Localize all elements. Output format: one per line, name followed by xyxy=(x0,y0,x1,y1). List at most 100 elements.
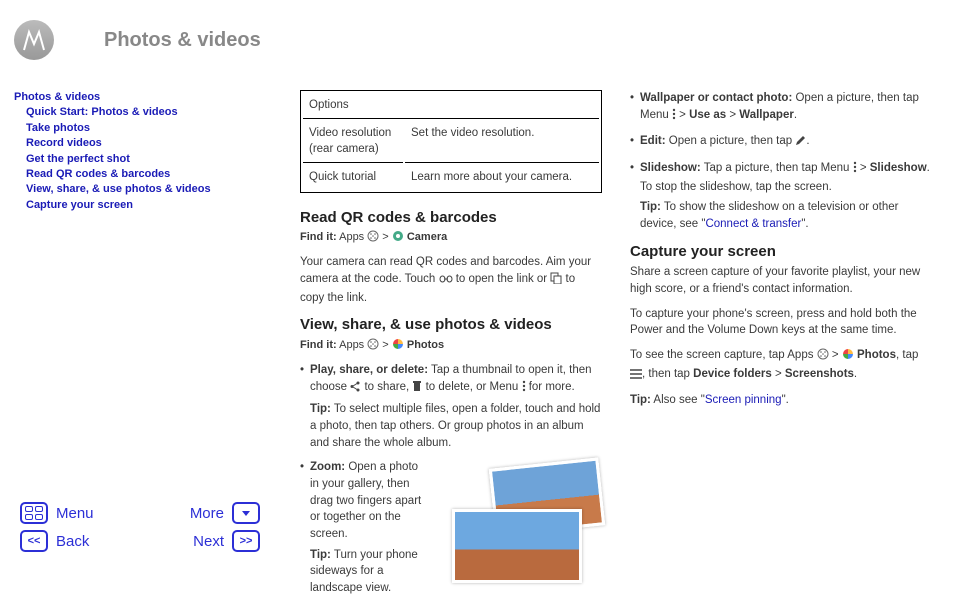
bullet-slideshow: Slideshow: Tap a picture, then tap Menu … xyxy=(630,160,932,233)
more-button[interactable]: More xyxy=(190,502,260,524)
more-label: More xyxy=(190,505,224,522)
apps-grid-icon xyxy=(367,230,379,248)
cap-photos: Photos xyxy=(857,349,896,361)
b1-tip: To select multiple files, open a folder,… xyxy=(310,403,600,448)
back-arrows-icon: << xyxy=(20,530,48,552)
apps-grid-icon xyxy=(367,338,379,356)
b1-label: Play, share, or delete: xyxy=(310,364,428,376)
edit-t1: Open a picture, then tap xyxy=(666,135,796,147)
options-header: Options xyxy=(303,93,599,119)
cap-b: > xyxy=(829,349,842,361)
b1-t4: for more. xyxy=(526,381,575,393)
heading-capture: Capture your screen xyxy=(630,241,932,263)
link-connect-transfer[interactable]: Connect & transfer xyxy=(705,218,801,230)
menu-label: Menu xyxy=(56,505,94,522)
findit-label-2: Find it: xyxy=(300,339,337,351)
cap-tip1: Also see " xyxy=(651,394,705,406)
slide-t2: > xyxy=(857,162,870,174)
findit-target: Camera xyxy=(407,231,447,243)
link-screen-pinning[interactable]: Screen pinning xyxy=(705,394,782,406)
qr-body-2: to open the link or xyxy=(453,273,551,285)
findit-qr: Find it: Apps > Camera xyxy=(300,230,602,248)
b1-tip-label: Tip: xyxy=(310,403,331,415)
copy-icon xyxy=(550,272,562,290)
findit-view: Find it: Apps > Photos xyxy=(300,338,602,356)
b2-label: Zoom: xyxy=(310,461,345,473)
cap-a: To see the screen capture, tap Apps xyxy=(630,349,817,361)
slide-tip2: ". xyxy=(801,218,808,230)
menu-button[interactable]: Menu xyxy=(20,502,94,524)
next-button[interactable]: Next >> xyxy=(193,530,260,552)
sidebar-item-capture-screen[interactable]: Capture your screen xyxy=(14,198,244,213)
hamburger-icon xyxy=(630,368,642,385)
findit-label: Find it: xyxy=(300,231,337,243)
b1-t2: to share, xyxy=(361,381,412,393)
link-icon xyxy=(439,273,453,290)
wp-t4: . xyxy=(794,109,797,121)
heading-qr: Read QR codes & barcodes xyxy=(300,207,602,229)
share-icon xyxy=(350,381,361,398)
sidebar-nav: Photos & videos Quick Start: Photos & vi… xyxy=(14,90,244,213)
option-desc-tutorial: Learn more about your camera. xyxy=(405,165,599,190)
b2-tip-label: Tip: xyxy=(310,549,331,561)
option-desc-video: Set the video resolution. xyxy=(405,121,599,163)
cap-d: , then tap xyxy=(642,368,693,380)
menu-grid-icon xyxy=(20,502,48,524)
qr-body: Your camera can read QR codes and barcod… xyxy=(300,254,602,306)
heading-view: View, share, & use photos & videos xyxy=(300,314,602,336)
bullet-edit: Edit: Open a picture, then tap . xyxy=(630,133,932,152)
sidebar-item-record-videos[interactable]: Record videos xyxy=(14,136,244,151)
photos-app-icon xyxy=(842,348,854,366)
capture-p1: Share a screen capture of your favorite … xyxy=(630,264,932,297)
edit-label: Edit: xyxy=(640,135,666,147)
wp-t3: > xyxy=(726,109,739,121)
edit-t2: . xyxy=(806,135,809,147)
sidebar-item-qr-codes[interactable]: Read QR codes & barcodes xyxy=(14,167,244,182)
option-label-video: Video resolution (rear camera) xyxy=(303,121,403,163)
wp-wp: Wallpaper xyxy=(739,109,794,121)
back-label: Back xyxy=(56,533,89,550)
photo-thumb-front xyxy=(452,509,582,583)
sidebar-item-view-share[interactable]: View, share, & use photos & videos xyxy=(14,182,244,197)
cap-screenshots: Screenshots xyxy=(785,368,854,380)
wp-use: Use as xyxy=(689,109,726,121)
trash-icon xyxy=(412,380,422,398)
wp-t2: > xyxy=(676,109,689,121)
cap-f: . xyxy=(854,368,857,380)
slide-label: Slideshow: xyxy=(640,162,701,174)
cap-device: Device folders xyxy=(693,368,772,380)
slide-tip-label: Tip: xyxy=(640,201,661,213)
findit-target-2: Photos xyxy=(407,339,444,351)
cap-c: , tap xyxy=(896,349,918,361)
slide-tgt: Slideshow xyxy=(870,162,927,174)
cap-e: > xyxy=(772,368,785,380)
cap-tip2: ". xyxy=(782,394,789,406)
sidebar-item-quickstart[interactable]: Quick Start: Photos & videos xyxy=(14,105,244,120)
bullet-wallpaper: Wallpaper or contact photo: Open a pictu… xyxy=(630,90,932,125)
slide-t1: Tap a picture, then tap Menu xyxy=(701,162,853,174)
findit-apps: Apps xyxy=(339,231,364,243)
b1-t3: to delete, or Menu xyxy=(422,381,521,393)
options-table: Options Video resolution (rear camera) S… xyxy=(300,90,602,193)
nav-footer: Menu More << Back Next >> xyxy=(20,502,260,558)
capture-p2: To capture your phone's screen, press an… xyxy=(630,306,932,339)
capture-tip: Tip: Also see "Screen pinning". xyxy=(630,392,932,409)
content-column-left: Options Video resolution (rear camera) S… xyxy=(300,90,602,605)
back-button[interactable]: << Back xyxy=(20,530,89,552)
more-down-icon xyxy=(232,502,260,524)
next-arrows-icon: >> xyxy=(232,530,260,552)
sidebar-item-perfect-shot[interactable]: Get the perfect shot xyxy=(14,152,244,167)
content-column-right: Wallpaper or contact photo: Open a pictu… xyxy=(630,90,932,605)
option-label-tutorial: Quick tutorial xyxy=(303,165,403,190)
sidebar-item-root[interactable]: Photos & videos xyxy=(14,90,244,105)
findit-apps-2: Apps xyxy=(339,339,364,351)
camera-app-icon xyxy=(392,230,404,248)
capture-p3: To see the screen capture, tap Apps > Ph… xyxy=(630,347,932,384)
motorola-logo xyxy=(14,20,54,60)
photos-app-icon xyxy=(392,338,404,356)
sidebar-item-take-photos[interactable]: Take photos xyxy=(14,121,244,136)
page-title: Photos & videos xyxy=(104,29,261,52)
bullet-zoom: Zoom: Open a photo in your gallery, then… xyxy=(300,459,602,596)
apps-grid-icon xyxy=(817,348,829,366)
bullet-play-share: Play, share, or delete: Tap a thumbnail … xyxy=(300,362,602,451)
